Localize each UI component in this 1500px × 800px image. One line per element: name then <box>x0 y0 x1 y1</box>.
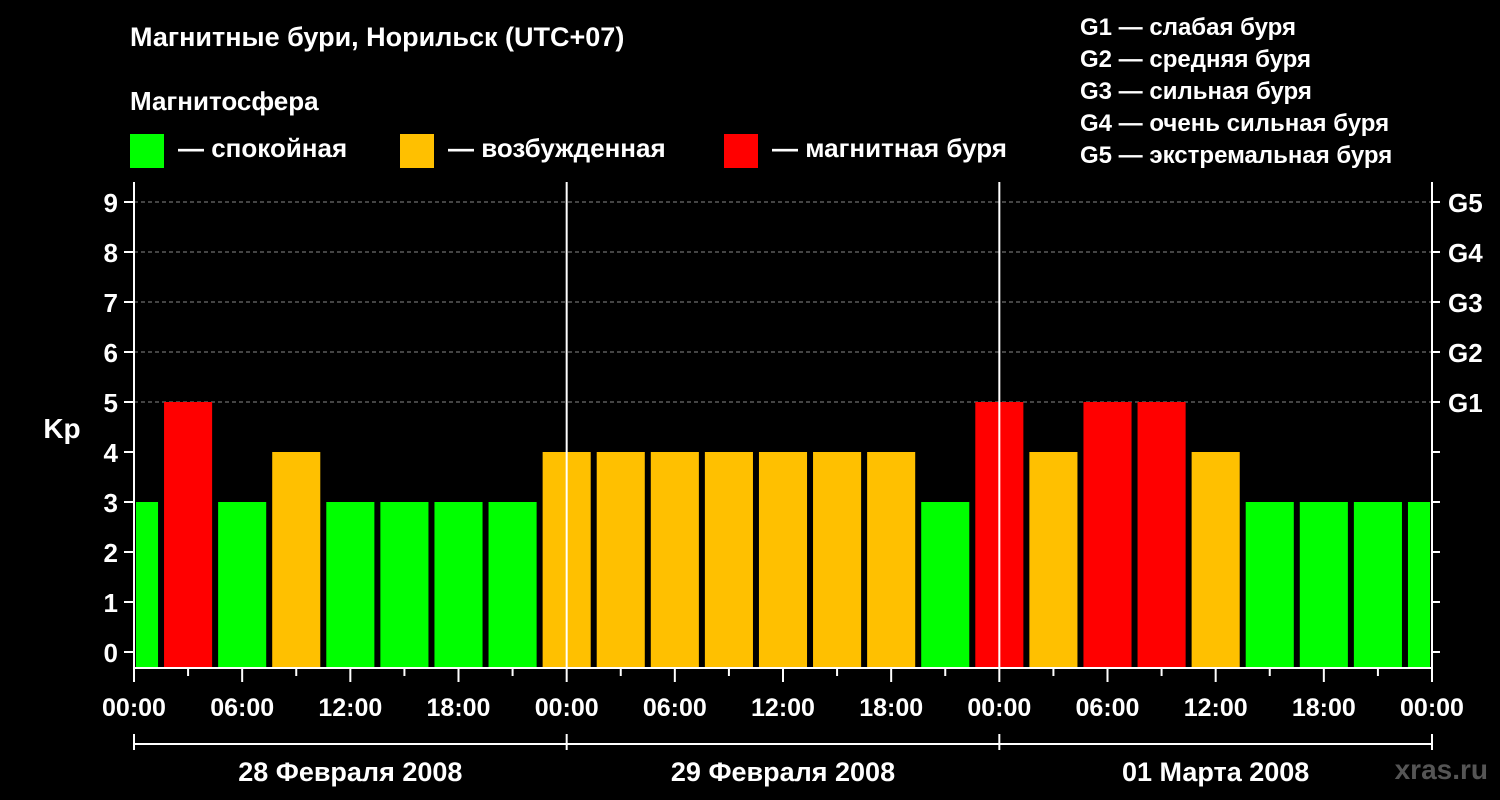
kp-chart: 0 1 2 3 4 5 6 7 8 9 G1 G2 G3 G4 G5 Kp 00:00 06:00 12:00 18:… <box>43 182 1483 787</box>
bar-7 <box>488 502 537 668</box>
x-tick-label-2: 12:00 <box>318 694 382 722</box>
bar-15 <box>921 502 970 668</box>
bar-22 <box>1299 502 1348 668</box>
y-tick-label-0: 0 <box>104 638 118 668</box>
bar-24 <box>1407 502 1430 668</box>
bar-18 <box>1083 402 1132 668</box>
y-tick-label-6: 6 <box>104 338 118 368</box>
x-tick-label-0: 00:00 <box>102 694 166 722</box>
y-tick-label-1: 1 <box>104 588 118 618</box>
bar-9 <box>596 452 645 668</box>
bar-4 <box>326 502 375 668</box>
y-axis-label: Kp <box>43 413 80 444</box>
x-tick-label-4: 00:00 <box>535 694 599 722</box>
y-tick-label-9: 9 <box>104 188 118 218</box>
g-tick-label-g5: G5 <box>1448 188 1483 218</box>
g-tick-label-g1: G1 <box>1448 388 1483 418</box>
bar-21 <box>1245 502 1294 668</box>
x-tick-label-5: 06:00 <box>643 694 707 722</box>
y-tick-label-8: 8 <box>104 238 118 268</box>
bar-17 <box>1029 452 1078 668</box>
y-tick-label-5: 5 <box>104 388 118 418</box>
x-tick-label-7: 18:00 <box>859 694 923 722</box>
y-tick-label-7: 7 <box>104 288 118 318</box>
x-tick-label-12: 00:00 <box>1400 694 1464 722</box>
x-tick-label-8: 00:00 <box>967 694 1031 722</box>
x-tick-label-11: 18:00 <box>1292 694 1356 722</box>
g-tick-label-g4: G4 <box>1448 238 1483 268</box>
x-tick-label-10: 12:00 <box>1184 694 1248 722</box>
bar-11 <box>704 452 753 668</box>
x-tick-label-6: 12:00 <box>751 694 815 722</box>
bar-1 <box>164 402 213 668</box>
bar-13 <box>813 452 862 668</box>
x-tick-label-3: 18:00 <box>427 694 491 722</box>
bar-2 <box>218 502 267 668</box>
bar-14 <box>867 452 916 668</box>
x-tick-label-1: 06:00 <box>210 694 274 722</box>
y-tick-label-3: 3 <box>104 488 118 518</box>
day-label-2: 01 Марта 2008 <box>1122 757 1309 787</box>
g-tick-label-g3: G3 <box>1448 288 1483 318</box>
x-tick-label-9: 06:00 <box>1076 694 1140 722</box>
y-tick-label-4: 4 <box>104 438 119 468</box>
bar-20 <box>1191 452 1240 668</box>
bar-3 <box>272 452 321 668</box>
bar-12 <box>758 452 808 668</box>
y-tick-label-2: 2 <box>104 538 118 568</box>
bar-5 <box>380 502 429 668</box>
watermark: xras.ru <box>1394 754 1488 785</box>
bar-10 <box>650 452 699 668</box>
g-tick-label-g2: G2 <box>1448 338 1483 368</box>
bar-19 <box>1137 402 1186 668</box>
day-label-0: 28 Февраля 2008 <box>238 757 462 787</box>
bar-0 <box>136 502 159 668</box>
bar-6 <box>434 502 483 668</box>
bar-23 <box>1353 502 1402 668</box>
day-label-1: 29 Февраля 2008 <box>671 757 895 787</box>
